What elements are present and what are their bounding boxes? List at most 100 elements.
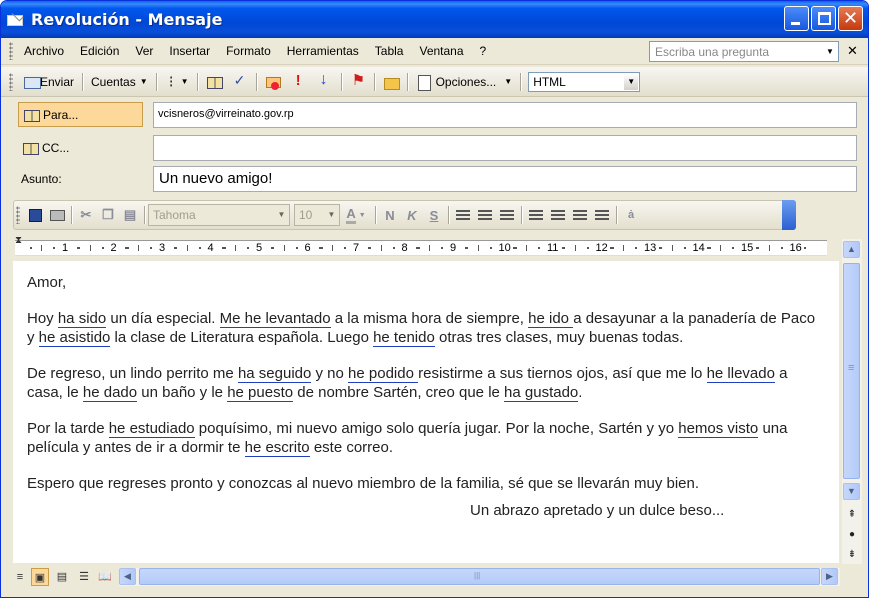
web-layout-view-button[interactable]: ▣ xyxy=(31,568,49,586)
to-button[interactable]: Para... xyxy=(18,102,143,127)
maximize-button[interactable] xyxy=(811,6,836,31)
options-button[interactable]: Opciones... ▼ xyxy=(411,71,518,93)
subject-field[interactable]: Un nuevo amigo! xyxy=(153,166,857,192)
chevron-down-icon[interactable]: ▼ xyxy=(624,73,639,90)
options-icon xyxy=(416,74,432,91)
chevron-down-icon: ▼ xyxy=(504,77,513,86)
align-center-button[interactable] xyxy=(474,204,496,226)
italic-button[interactable]: K xyxy=(401,204,423,226)
bottom-bar: ≡ ▣ ▤ ☰ 📖 ◀ ▶ xyxy=(1,567,868,587)
toolbar-grip[interactable] xyxy=(9,72,13,91)
ruler-tick xyxy=(635,247,638,249)
title-bar[interactable]: Revolución - Mensaje ✕ xyxy=(1,1,868,38)
cut-button[interactable]: ✂ xyxy=(75,204,97,226)
previous-page-button[interactable]: ⇞ xyxy=(842,505,862,525)
save-button[interactable] xyxy=(24,204,46,226)
minimize-button[interactable] xyxy=(784,6,809,31)
decrease-indent-button[interactable] xyxy=(569,204,591,226)
chevron-down-icon[interactable]: ▼ xyxy=(275,206,288,224)
outline-view-button[interactable]: ☰ xyxy=(75,568,93,586)
high-importance-button[interactable] xyxy=(286,71,312,93)
menu-formato[interactable]: Formato xyxy=(221,44,282,58)
menu-help[interactable]: ? xyxy=(475,44,498,58)
message-format-value: HTML xyxy=(533,74,566,89)
to-field[interactable]: vcisneros@virreinato.gov.rp xyxy=(153,102,857,128)
chevron-down-icon[interactable]: ▼ xyxy=(823,43,837,60)
text-run: un día especial. xyxy=(106,310,220,327)
scroll-right-button[interactable]: ▶ xyxy=(821,568,838,585)
ruler-tick xyxy=(283,245,285,251)
message-body[interactable]: Amor, Hoy ha sido un día especial. Me he… xyxy=(13,261,839,563)
attach-button[interactable]: ▼ xyxy=(160,71,194,93)
bullets-button[interactable] xyxy=(547,204,569,226)
outline-icon: ☰ xyxy=(79,571,89,583)
cc-field[interactable] xyxy=(153,135,857,161)
check-names-button[interactable] xyxy=(227,71,253,93)
align-left-button[interactable] xyxy=(452,204,474,226)
font-color-button[interactable]: A ▼ xyxy=(340,204,372,226)
next-page-button[interactable]: ⇟ xyxy=(842,545,862,565)
menu-ver[interactable]: Ver xyxy=(130,44,164,58)
chevron-down-icon: ▼ xyxy=(358,211,366,219)
font-name-select[interactable]: Tahoma ▼ xyxy=(148,204,290,226)
menu-tabla[interactable]: Tabla xyxy=(370,44,415,58)
vertical-scroll-thumb[interactable] xyxy=(843,263,860,479)
flag-button[interactable] xyxy=(345,71,371,93)
cc-button[interactable]: CC... xyxy=(18,135,143,160)
menu-herramientas[interactable]: Herramientas xyxy=(282,44,370,58)
align-right-button[interactable] xyxy=(496,204,518,226)
address-book-button[interactable] xyxy=(201,71,227,93)
permission-button[interactable] xyxy=(260,71,286,93)
style-button[interactable]: ȧ xyxy=(620,204,642,226)
send-label: Enviar xyxy=(40,74,75,89)
paste-button[interactable]: ▤ xyxy=(119,204,141,226)
font-size-select[interactable]: 10 ▼ xyxy=(294,204,340,226)
scroll-down-button[interactable]: ▼ xyxy=(843,483,860,500)
send-button[interactable]: Enviar xyxy=(19,71,79,93)
scroll-up-button[interactable]: ▲ xyxy=(843,241,860,258)
close-button[interactable]: ✕ xyxy=(838,6,863,31)
underline-button[interactable]: S xyxy=(423,204,445,226)
menu-ventana[interactable]: Ventana xyxy=(414,44,474,58)
verb-phrase: hemos visto xyxy=(678,420,759,438)
bold-icon: N xyxy=(385,207,395,223)
italic-icon: K xyxy=(407,207,417,223)
verb-phrase: he asistido xyxy=(38,329,111,347)
close-document-icon[interactable]: ✕ xyxy=(847,43,858,59)
chevron-down-icon[interactable]: ▼ xyxy=(325,206,338,224)
ask-question-input[interactable]: Escriba una pregunta ▼ xyxy=(649,41,839,62)
ruler-number: 13 xyxy=(644,242,657,254)
ruler-tick xyxy=(223,247,226,249)
low-importance-button[interactable] xyxy=(312,71,338,93)
ruler[interactable]: 1 2 3 4 5 6 7 8 9 10 11 12 13 14 15 16 ⧗ xyxy=(13,235,839,259)
menu-edicion[interactable]: Edición xyxy=(75,44,130,58)
verb-phrase: he llevado xyxy=(706,365,775,383)
increase-indent-button[interactable] xyxy=(591,204,613,226)
insert-file-button[interactable] xyxy=(378,71,404,93)
toolbar-options-chevron[interactable] xyxy=(782,200,796,230)
scroll-left-button[interactable]: ◀ xyxy=(119,568,136,585)
menu-insertar[interactable]: Insertar xyxy=(164,44,221,58)
reading-view-button[interactable]: 📖 xyxy=(96,568,114,586)
toolbar-grip[interactable] xyxy=(9,42,13,60)
copy-button[interactable]: ❐ xyxy=(97,204,119,226)
print-button[interactable] xyxy=(46,204,68,226)
select-browse-object-button[interactable]: ● xyxy=(842,525,862,545)
verb-phrase: he podido xyxy=(348,365,419,383)
message-format-select[interactable]: HTML ▼ xyxy=(528,71,641,92)
bold-button[interactable]: N xyxy=(379,204,401,226)
print-layout-view-button[interactable]: ▤ xyxy=(53,568,71,586)
font-size-value: 10 xyxy=(299,208,313,222)
horizontal-scrollbar[interactable]: ◀ ▶ xyxy=(119,568,840,586)
accounts-button[interactable]: Cuentas ▼ xyxy=(86,71,153,93)
separator xyxy=(375,206,376,224)
text-run: otras tres clases, muy buenas todas. xyxy=(434,329,684,346)
chevron-down-icon: ▼ xyxy=(847,486,856,496)
menu-archivo[interactable]: Archivo xyxy=(19,44,75,58)
toolbar-grip[interactable] xyxy=(16,206,20,224)
numbering-button[interactable] xyxy=(525,204,547,226)
normal-view-button[interactable]: ≡ xyxy=(11,568,29,586)
indent-marker-icon[interactable]: ⧗ xyxy=(15,235,25,257)
ruler-tick xyxy=(623,245,625,251)
horizontal-scroll-thumb[interactable] xyxy=(139,568,820,585)
